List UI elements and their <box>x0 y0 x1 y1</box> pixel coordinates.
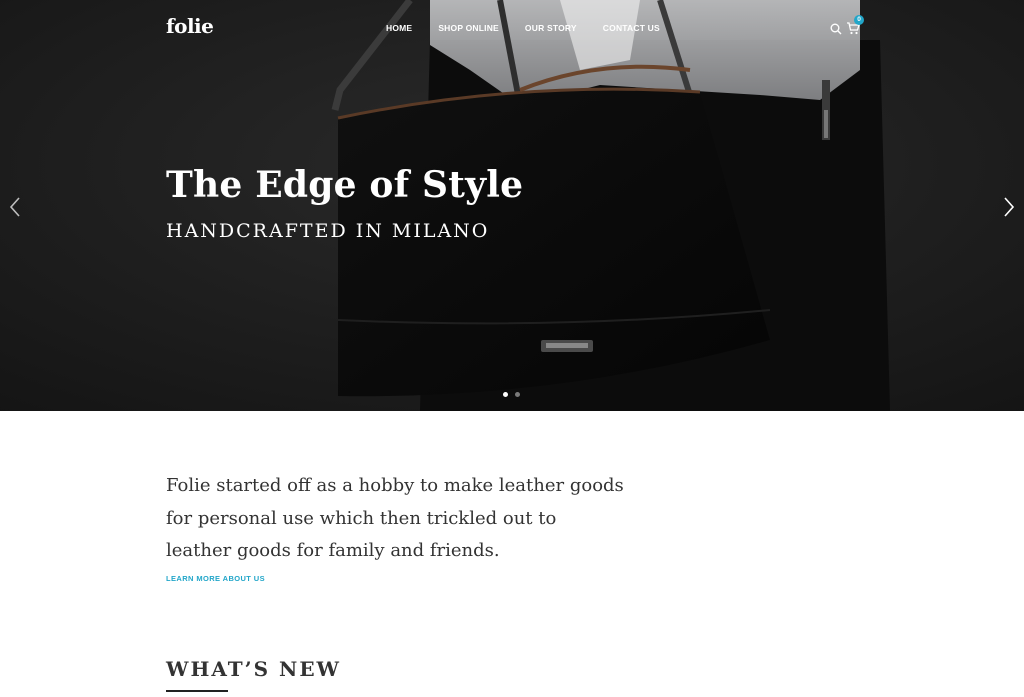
intro-text: Folie started off as a hobby to make lea… <box>166 475 624 561</box>
nav-item-shop-online[interactable]: SHOP ONLINE <box>438 23 499 33</box>
search-icon[interactable] <box>830 23 842 35</box>
main-nav: HOME SHOP ONLINE OUR STORY CONTACT US <box>386 23 660 33</box>
chevron-left-icon[interactable] <box>8 196 22 218</box>
hero-subtitle: HANDCRAFTED IN MILANO <box>166 220 490 242</box>
brand-logo[interactable]: folie <box>166 14 214 38</box>
slider-dot-1[interactable] <box>503 392 508 397</box>
chevron-right-icon[interactable] <box>1002 196 1016 218</box>
nav-item-home[interactable]: HOME <box>386 23 412 33</box>
section-divider <box>166 690 228 692</box>
slider-pagination <box>503 392 527 397</box>
slider-dot-2[interactable] <box>515 392 520 397</box>
nav-item-our-story[interactable]: OUR STORY <box>525 23 577 33</box>
hero-title: The Edge of Style <box>166 164 524 206</box>
cart-count-badge: 0 <box>854 15 864 25</box>
section-title-whats-new: WHAT’S NEW <box>166 657 342 681</box>
learn-more-link[interactable]: LEARN MORE ABOUT US <box>166 574 265 583</box>
nav-item-contact-us[interactable]: CONTACT US <box>603 23 660 33</box>
hero-slider: folie HOME SHOP ONLINE OUR STORY CONTACT… <box>0 0 1024 411</box>
